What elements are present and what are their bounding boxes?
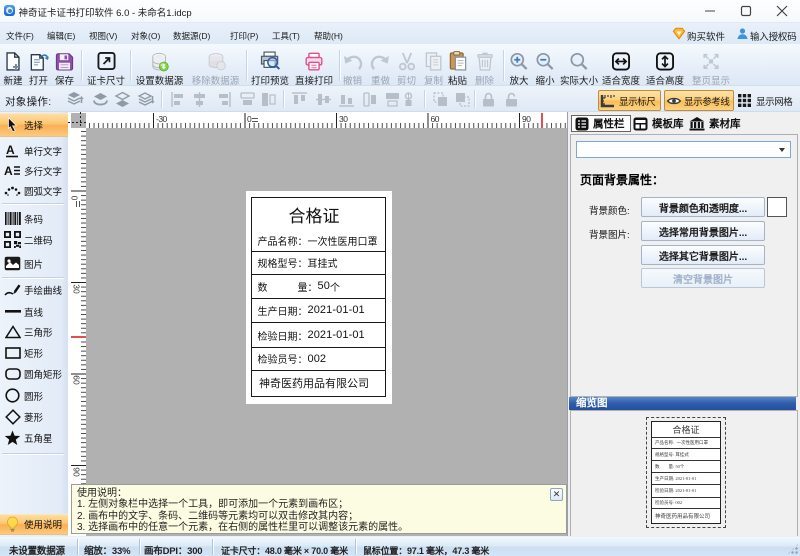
svg-text:A: A <box>4 164 13 178</box>
svg-text:A: A <box>6 143 15 157</box>
